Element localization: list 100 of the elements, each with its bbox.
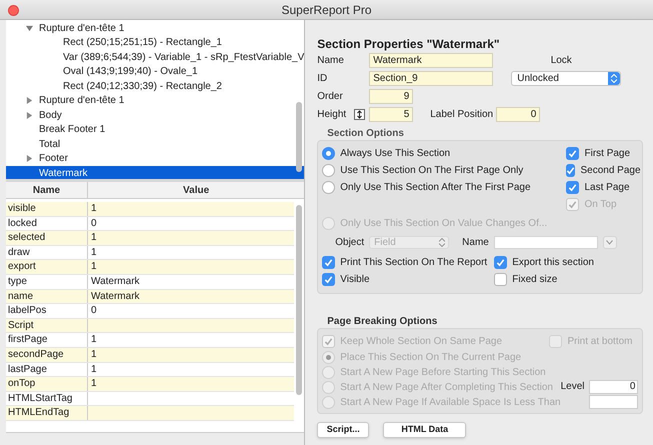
field-label: Order — [317, 90, 344, 104]
checkbox[interactable] — [566, 164, 576, 176]
radio-label: Use This Section On The First Page Only — [340, 164, 524, 178]
tree-item[interactable]: Body — [6, 108, 304, 122]
radio-button[interactable] — [322, 164, 336, 176]
tree-item[interactable]: Rect (250;15;251;15) - Rectangle_1 — [6, 36, 304, 50]
tree-item[interactable]: Oval (143;9;199;40) - Ovale_1 — [6, 64, 304, 79]
table-cell-text: 1 — [90, 362, 98, 376]
table-cell-text: 1 — [90, 348, 98, 362]
table-cell: type — [6, 274, 88, 289]
level-field[interactable]: 0 — [589, 380, 638, 394]
scrollbar-thumb[interactable] — [296, 102, 302, 172]
checkbox-label: Last Page — [584, 180, 630, 194]
tree-label: Oval (143;9;199;40) - Ovale_1 — [63, 65, 198, 80]
label-position-field[interactable]: 0 — [496, 107, 540, 122]
tree-item[interactable]: Var (389;6;544;39) - Variable_1 - sRp_FtestVariable_V — [6, 50, 304, 64]
checkbox-label: On Top — [584, 198, 617, 212]
name-combo-field[interactable] — [494, 236, 598, 248]
table-cell: HTMLEndTag — [6, 406, 88, 420]
tree-label: Rect (250;15;251;15) - Rectangle_1 — [63, 36, 222, 50]
resize-icon[interactable] — [354, 109, 366, 120]
height-field[interactable]: 5 — [369, 107, 414, 122]
push-button[interactable]: HTML Data — [383, 422, 466, 438]
table-cell: export — [6, 260, 88, 274]
disclosure-triangle-icon[interactable] — [26, 24, 33, 32]
checkbox[interactable] — [566, 180, 580, 194]
space-field[interactable] — [589, 395, 638, 409]
tree-label: Rupture d'en-tête 1 — [39, 94, 124, 108]
checkbox-label: Second Page — [580, 164, 641, 178]
checkbox[interactable] — [494, 256, 508, 268]
stepper-icon — [439, 238, 446, 246]
radio-label: Always Use This Section — [340, 146, 450, 160]
table-cell: name — [6, 290, 88, 304]
radio-label: Start A New Page Before Starting This Section — [340, 366, 546, 380]
close-button[interactable] — [8, 5, 19, 16]
field-label: Lock — [550, 54, 573, 68]
radio-label: Place This Section On The Current Page — [340, 351, 522, 365]
tree-label: Var (389;6;544;39) - Variable_1 - sRp_FtestVariable_V — [63, 50, 304, 65]
checkbox-label: Export this section — [512, 256, 594, 270]
table-cell-text: Watermark — [90, 290, 141, 304]
group-title: Section Options — [327, 127, 405, 138]
checkbox-label: Keep Whole Section On Same Page — [340, 334, 502, 348]
radio-button[interactable] — [322, 146, 336, 160]
checkbox-label: Print This Section On The Report — [340, 256, 488, 270]
tree-label: Watermark — [39, 166, 88, 179]
table-cell: onTop — [6, 377, 88, 391]
disclosure-triangle-icon[interactable] — [26, 97, 33, 104]
radio-label: Start A New Page After Completing This Section — [340, 381, 553, 395]
tree-label: Body — [39, 108, 62, 123]
table-cell: selected — [6, 231, 88, 245]
tree-item[interactable]: Break Footer 1 — [6, 122, 304, 137]
tree-item[interactable]: Footer — [6, 152, 304, 166]
checkbox-label: Visible — [340, 272, 370, 286]
disclosure-triangle-icon[interactable] — [26, 112, 33, 119]
table-cell: firstPage — [6, 333, 88, 347]
checkbox[interactable] — [322, 256, 336, 268]
field-label: Height — [317, 108, 348, 122]
chevron-down-icon — [606, 240, 614, 244]
checkbox[interactable] — [322, 272, 336, 286]
field-label: Object — [335, 236, 364, 250]
radio-label: Start A New Page If Available Space Is Less Than — [340, 396, 561, 410]
table-cell: labelPos — [6, 304, 88, 318]
radio-button[interactable] — [322, 180, 336, 194]
table-cell-text: Watermark — [90, 274, 141, 289]
tree-label: Rect (240;12;330;39) - Rectangle_2 — [63, 80, 222, 94]
tree-item[interactable]: Rupture d'en-tête 1 — [6, 21, 304, 36]
checkbox-label: First Page — [584, 146, 630, 160]
push-button[interactable]: Script... — [317, 422, 370, 438]
order-field[interactable]: 9 — [369, 89, 414, 104]
table-cell-text: 1 — [90, 231, 98, 245]
tree-item[interactable]: Rupture d'en-tête 1 — [6, 94, 304, 108]
field-label: Label Position — [430, 108, 494, 122]
check-icon — [324, 336, 334, 346]
table-cell: secondPage — [6, 348, 88, 362]
tree-item[interactable]: Watermark — [6, 166, 304, 179]
tree-label: Footer — [39, 152, 68, 166]
lock-dropdown[interactable]: Unlocked — [511, 71, 622, 86]
table-cell-text: 0 — [90, 304, 98, 318]
table-cell: Script — [6, 318, 88, 332]
tree-item[interactable]: Total — [6, 137, 304, 152]
scrollbar-thumb[interactable] — [296, 205, 302, 395]
disclosure-triangle-icon[interactable] — [26, 155, 33, 162]
column-header[interactable]: Value — [88, 182, 304, 198]
id-field[interactable]: Section_9 — [369, 71, 494, 86]
column-header[interactable]: Name — [6, 182, 88, 198]
check-icon — [496, 258, 506, 266]
field-label: Name — [317, 54, 345, 68]
checkbox-label: Fixed size — [512, 272, 558, 286]
checkbox[interactable] — [566, 146, 580, 160]
table-cell-text: 0 — [90, 216, 98, 230]
dropdown-button[interactable] — [602, 236, 617, 248]
tree-label: Total — [39, 138, 60, 152]
table-cell-text: 1 — [90, 377, 98, 391]
field-label: Name — [462, 236, 489, 250]
checkbox[interactable] — [494, 272, 508, 286]
name-field[interactable]: Watermark — [369, 53, 494, 68]
tree-item[interactable]: Rect (240;12;330;39) - Rectangle_2 — [6, 79, 304, 94]
group-title: Page Breaking Options — [327, 315, 438, 326]
radio-label: Only Use This Section On Value Changes Of... — [340, 216, 548, 230]
tree-label: Rupture d'en-tête 1 — [39, 22, 124, 36]
